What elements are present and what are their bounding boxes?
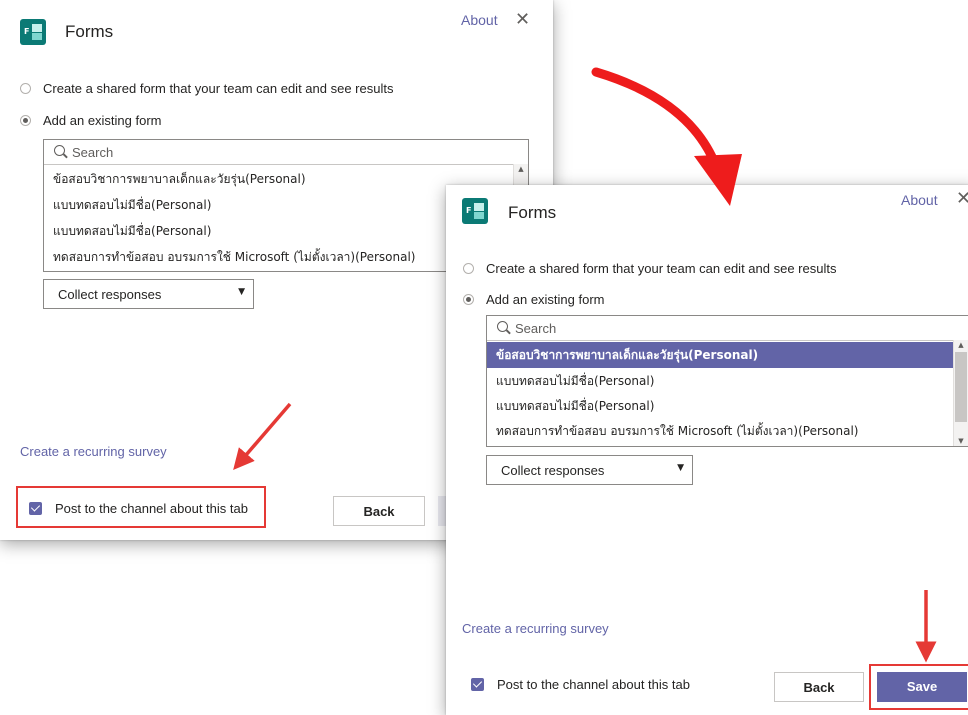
list-scrollbar[interactable]: ▲ ▼ (953, 340, 968, 446)
dropdown-value: Collect responses (58, 287, 162, 302)
search-row (44, 140, 528, 165)
dialog-header: F Forms About ✕ (0, 0, 553, 60)
create-recurring-survey-link[interactable]: Create a recurring survey (20, 444, 167, 459)
forms-dialog-step2: F Forms About ✕ Create a shared form tha… (446, 185, 968, 715)
about-link[interactable]: About (901, 192, 938, 208)
search-icon (54, 145, 65, 156)
form-list-item[interactable]: ทดสอบการทำข้อสอบ อบรมการใช้ Microsoft (ไ… (487, 418, 954, 444)
search-icon (497, 321, 508, 332)
curved-arrow (591, 67, 721, 171)
collect-responses-dropdown[interactable]: Collect responses ▼ (486, 455, 693, 485)
search-input[interactable] (72, 143, 372, 161)
scroll-up-icon[interactable]: ▲ (954, 340, 968, 350)
chevron-down-icon: ▼ (677, 463, 684, 473)
collect-responses-dropdown[interactable]: Collect responses ▼ (43, 279, 254, 309)
search-row (487, 316, 968, 341)
chevron-down-icon: ▼ (238, 287, 245, 297)
existing-forms-list[interactable]: ข้อสอบวิชาการพยาบาลเด็กและวัยรุ่น(Person… (486, 315, 968, 447)
radio-button[interactable] (463, 263, 474, 274)
radio-button-selected[interactable] (463, 294, 474, 305)
scroll-down-icon[interactable]: ▼ (954, 436, 968, 446)
form-list-item[interactable]: ข้อสอบวิชาการพยาบาลเด็กและวัยรุ่น(Person… (44, 166, 513, 192)
form-list-item[interactable]: แบบทดสอบไม่มีชื่อ(Personal) (487, 368, 954, 394)
close-icon[interactable]: ✕ (956, 188, 968, 209)
back-button[interactable]: Back (333, 496, 425, 526)
dialog-header: F Forms About ✕ (446, 185, 968, 245)
radio-label: Create a shared form that your team can … (43, 81, 394, 96)
back-button[interactable]: Back (774, 672, 864, 702)
close-icon[interactable]: ✕ (515, 9, 530, 30)
radio-label: Create a shared form that your team can … (486, 261, 837, 276)
radio-label: Add an existing form (486, 292, 605, 307)
radio-button[interactable] (20, 83, 31, 94)
checkbox-checked[interactable] (471, 678, 484, 691)
scroll-up-icon[interactable]: ▲ (514, 164, 528, 174)
form-list-item-selected[interactable]: ข้อสอบวิชาการพยาบาลเด็กและวัยรุ่น(Person… (487, 342, 954, 368)
about-link[interactable]: About (461, 12, 498, 28)
highlight-box (16, 486, 266, 528)
form-list-item[interactable]: แบบทดสอบไม่มีชื่อ(Personal) (44, 218, 513, 244)
radio-button-selected[interactable] (20, 115, 31, 126)
form-list-item[interactable]: แบบทดสอบไม่มีชื่อ(Personal) (44, 192, 513, 218)
dropdown-value: Collect responses (501, 463, 605, 478)
scrollbar-thumb[interactable] (955, 352, 967, 422)
forms-app-icon: F (20, 19, 46, 45)
form-list-item[interactable]: ทดสอบการทำข้อสอบ อบรมการใช้ Microsoft (ไ… (44, 244, 513, 270)
dialog-title: Forms (65, 22, 114, 41)
forms-app-icon: F (462, 198, 488, 224)
create-recurring-survey-link[interactable]: Create a recurring survey (462, 621, 609, 636)
dialog-title: Forms (508, 203, 557, 222)
highlight-box (869, 664, 968, 710)
form-list-item[interactable]: แบบทดสอบไม่มีชื่อ(Personal) (487, 393, 954, 419)
checkbox-label: Post to the channel about this tab (497, 677, 690, 692)
search-input[interactable] (515, 319, 815, 337)
radio-label: Add an existing form (43, 113, 162, 128)
